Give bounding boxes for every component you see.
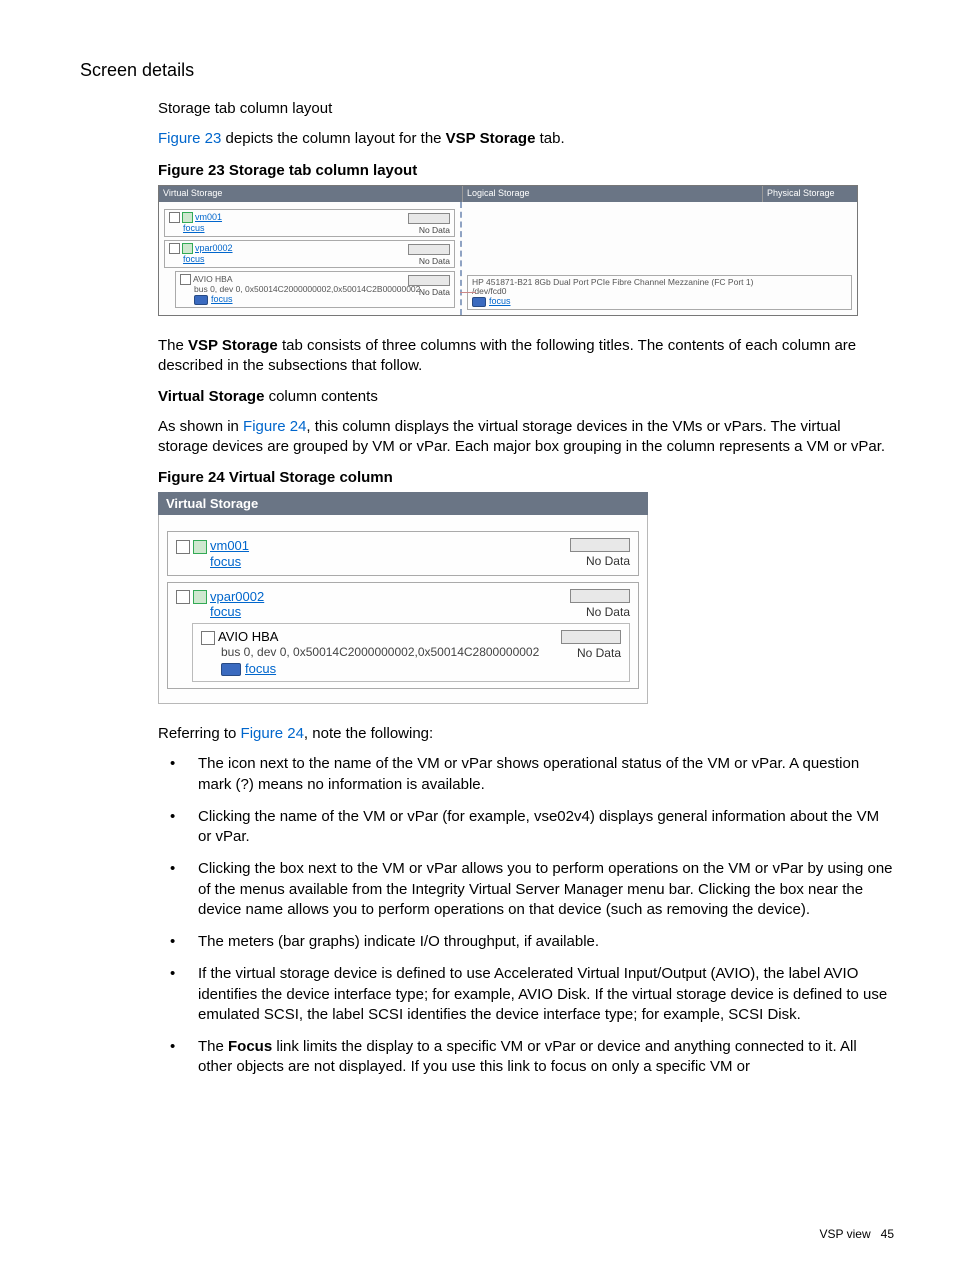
fig23-vm001-focus: focus xyxy=(183,223,205,233)
fig24-vpar0002-nodata: No Data xyxy=(586,605,630,619)
status-icon xyxy=(182,243,193,254)
fig24-avio-label: AVIO HBA xyxy=(218,629,278,644)
fig24-vpar0002-card: No Data vpar0002 focus No Data AVIO HBA … xyxy=(167,582,639,689)
footer-page: 45 xyxy=(881,1227,894,1241)
fig23-vpar0002-focus: focus xyxy=(183,254,205,264)
fig23-avio-focus: focus xyxy=(211,294,233,304)
notes-list: The icon next to the name of the VM or v… xyxy=(158,754,894,1077)
subheading-storage-tab: Storage tab column layout xyxy=(158,99,894,119)
text: , note the following: xyxy=(304,725,433,742)
checkbox-icon xyxy=(169,212,180,223)
list-item: If the virtual storage device is defined… xyxy=(158,964,894,1025)
figure-24-link[interactable]: Figure 24 xyxy=(243,418,306,435)
vs-rest: column contents xyxy=(264,388,377,405)
screen-details-heading: Screen details xyxy=(80,60,894,81)
list-item: The icon next to the name of the VM or v… xyxy=(158,754,894,795)
fig24-avio-card: No Data AVIO HBA bus 0, dev 0, 0x50014C2… xyxy=(192,623,630,682)
fig24-avio-bus: bus 0, dev 0, 0x50014C2000000002,0x50014… xyxy=(221,645,621,659)
list-item: Clicking the box next to the VM or vPar … xyxy=(158,859,894,920)
footer-label: VSP view xyxy=(819,1227,870,1241)
fig23-vm001-card: No Data vm001 focus xyxy=(164,209,455,237)
intro-text-1: depicts the column layout for the xyxy=(221,130,445,147)
fig23-logical-card: HP 451871-B21 8Gb Dual Port PCIe Fibre C… xyxy=(467,275,852,311)
fig23-avio-bus: bus 0, dev 0, 0x50014C2000000002,0x50014… xyxy=(194,285,450,294)
fig24-avio-focus: focus xyxy=(245,661,276,676)
checkbox-icon xyxy=(176,590,190,604)
list-item: The Focus link limits the display to a s… xyxy=(158,1037,894,1078)
meter-icon xyxy=(408,275,450,286)
mid-paragraph-2: As shown in Figure 24, this column displ… xyxy=(158,417,894,458)
figure-23-image: Virtual Storage Logical Storage Physical… xyxy=(158,185,858,317)
intro-text-2: tab. xyxy=(535,130,564,147)
intro-paragraph: Figure 23 depicts the column layout for … xyxy=(158,129,894,149)
meter-icon xyxy=(570,538,630,552)
text: link limits the display to a specific VM… xyxy=(198,1038,857,1075)
fig23-logical-focus: focus xyxy=(489,296,511,306)
status-icon xyxy=(193,540,207,554)
figure-24-link-2[interactable]: Figure 24 xyxy=(241,725,304,742)
fig23-avio-nodata: No Data xyxy=(419,287,450,297)
fig23-vpar0002-nodata: No Data xyxy=(419,256,450,266)
fig23-vpar0002-link: vpar0002 xyxy=(195,243,233,253)
text: The xyxy=(158,337,188,354)
text: Referring to xyxy=(158,725,241,742)
fig23-vpar0002-card: No Data vpar0002 focus xyxy=(164,240,455,268)
status-icon xyxy=(182,212,193,223)
figure-24-image: Virtual Storage No Data vm001 focus No D… xyxy=(158,492,648,704)
fig23-vm001-nodata: No Data xyxy=(419,225,450,235)
fig23-col-logical: Logical Storage xyxy=(462,186,762,202)
fig24-header: Virtual Storage xyxy=(158,492,648,515)
connector-icon xyxy=(460,292,476,293)
checkbox-icon xyxy=(201,631,215,645)
focus-bold: Focus xyxy=(228,1038,272,1055)
disk-icon xyxy=(472,297,486,307)
meter-icon xyxy=(561,630,621,644)
checkbox-icon xyxy=(176,540,190,554)
fig24-vm001-nodata: No Data xyxy=(586,554,630,568)
vsp-storage-bold: VSP Storage xyxy=(446,130,536,147)
page-footer: VSP view 45 xyxy=(819,1227,894,1241)
meter-icon xyxy=(570,589,630,603)
figure-23-caption: Figure 23 Storage tab column layout xyxy=(158,162,894,179)
fig24-vm001-focus: focus xyxy=(210,554,241,569)
virtual-storage-subhead: Virtual Storage column contents xyxy=(158,387,894,407)
list-item: The meters (bar graphs) indicate I/O thr… xyxy=(158,932,894,952)
meter-icon xyxy=(408,213,450,224)
vsp-storage-bold-2: VSP Storage xyxy=(188,337,278,354)
text: As shown in xyxy=(158,418,243,435)
disk-icon xyxy=(194,295,208,305)
fig24-vm001-card: No Data vm001 focus xyxy=(167,531,639,576)
fig23-col-virtual: Virtual Storage xyxy=(159,186,462,202)
status-icon xyxy=(193,590,207,604)
fig23-logical-line2: /dev/fcd0 xyxy=(472,287,847,296)
disk-icon xyxy=(221,663,241,676)
meter-icon xyxy=(408,244,450,255)
fig23-avio-card: No Data AVIO HBA bus 0, dev 0, 0x50014C2… xyxy=(175,271,455,308)
after24-lead: Referring to Figure 24, note the followi… xyxy=(158,724,894,744)
figure-23-link[interactable]: Figure 23 xyxy=(158,130,221,147)
fig23-vm001-link: vm001 xyxy=(195,212,222,222)
checkbox-icon xyxy=(169,243,180,254)
fig24-vpar0002-link: vpar0002 xyxy=(210,589,264,604)
fig23-col-physical: Physical Storage xyxy=(762,186,857,202)
fig24-vpar0002-focus: focus xyxy=(210,604,241,619)
fig23-logical-line1: HP 451871-B21 8Gb Dual Port PCIe Fibre C… xyxy=(472,278,847,287)
fig24-vm001-link: vm001 xyxy=(210,538,249,553)
text: The xyxy=(198,1038,228,1055)
mid-paragraph-1: The VSP Storage tab consists of three co… xyxy=(158,336,894,377)
fig23-avio-label: AVIO HBA xyxy=(193,274,233,284)
virtual-storage-bold: Virtual Storage xyxy=(158,388,264,405)
figure-24-caption: Figure 24 Virtual Storage column xyxy=(158,469,894,486)
list-item: Clicking the name of the VM or vPar (for… xyxy=(158,807,894,848)
fig24-avio-nodata: No Data xyxy=(577,646,621,660)
checkbox-icon xyxy=(180,274,191,285)
